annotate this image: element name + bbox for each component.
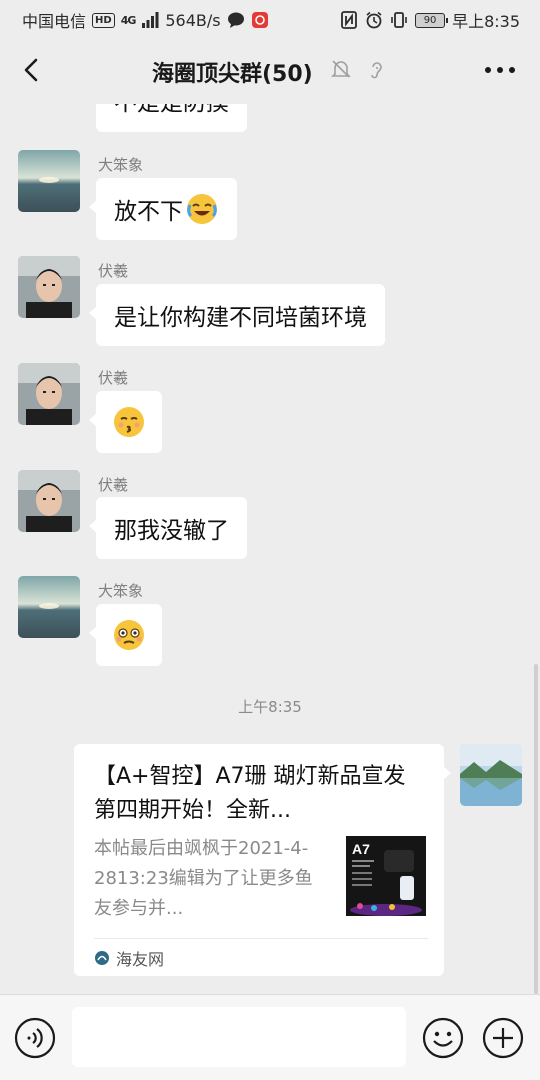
link-card-divider	[94, 938, 428, 939]
coral-light-thumbnail-image: A7	[346, 836, 426, 916]
link-card[interactable]: 【A+智控】A7珊 瑚灯新品宣发 第四期开始！全新... 本帖最后由飒枫于202…	[74, 744, 451, 976]
scrollbar[interactable]	[534, 664, 538, 994]
title-area: 海圈顶尖群(50)	[0, 56, 540, 88]
lake-mountains-avatar-image	[460, 744, 522, 806]
message-bubble[interactable]: 放不下	[89, 178, 237, 240]
app-notification-icon	[251, 12, 268, 28]
voice-icon[interactable]	[14, 1017, 56, 1059]
chat-title: 海圈顶尖群(50)	[151, 62, 313, 87]
message-text: 是让你构建不同培菌环境	[114, 305, 367, 331]
link-card-source-label: 海友网	[116, 950, 165, 969]
clock-label: 早上8:35	[452, 12, 520, 31]
link-card-title: 【A+智控】A7珊 瑚灯新品宣发 第四期开始！全新...	[94, 764, 406, 823]
alarm-icon	[366, 11, 382, 29]
thumb-text: A7	[352, 841, 370, 857]
chat-bubble-icon	[227, 12, 244, 28]
battery-indicator: 90	[415, 12, 449, 28]
link-card-source: 海友网	[94, 946, 164, 970]
status-bar: 中国电信 HD 4G 564B/s 90 早上8:35	[0, 0, 540, 36]
message-bubble[interactable]: 那我没辙了	[89, 497, 247, 559]
signal-icon	[142, 12, 159, 28]
emoji-icon[interactable]	[422, 1017, 464, 1059]
message-text: 不是是防摸	[114, 104, 229, 117]
sea-sunset-avatar-image	[18, 576, 80, 638]
man-portrait-avatar-image	[18, 363, 80, 425]
avatar[interactable]	[18, 576, 80, 638]
my-avatar[interactable]	[460, 744, 522, 806]
vibrate-icon	[391, 12, 407, 28]
battery-level: 90	[423, 14, 437, 26]
hd-badge: HD	[92, 12, 115, 28]
sender-name: 大笨象	[98, 156, 144, 174]
input-bar	[0, 994, 540, 1080]
message-input[interactable]	[72, 1007, 406, 1067]
mute-bell-icon	[331, 60, 352, 78]
more-icon[interactable]	[482, 58, 518, 82]
chat-header: 海圈顶尖群(50)	[0, 36, 540, 104]
message-bubble[interactable]	[89, 391, 162, 453]
man-portrait-avatar-image	[18, 470, 80, 532]
message-bubble[interactable]: 是让你构建不同培菌环境	[89, 284, 385, 346]
flushed-face-emoji-icon	[114, 620, 144, 650]
avatar[interactable]	[18, 150, 80, 212]
crying-laughing-emoji-icon	[187, 194, 217, 224]
carrier-label: 中国电信	[22, 12, 87, 31]
message-bubble[interactable]	[89, 604, 162, 666]
network-label: 4G	[120, 13, 137, 27]
link-card-description: 本帖最后由飒枫于2021-4-2813:23编辑为了让更多鱼友参与并...	[94, 838, 313, 919]
timestamp: 上午8:35	[238, 698, 302, 716]
earpiece-icon	[371, 62, 382, 79]
message-bubble[interactable]: 不是是防摸	[96, 104, 247, 132]
kissing-face-emoji-icon	[114, 407, 144, 437]
website-logo-icon	[95, 951, 109, 965]
status-right: 90 早上8:35	[340, 8, 520, 32]
sea-sunset-avatar-image	[18, 150, 80, 212]
avatar[interactable]	[18, 470, 80, 532]
message-list[interactable]: 不是是防摸 大笨象 放不下 伏羲 是让你构建不同培菌环境	[0, 104, 540, 994]
title-icons	[330, 58, 388, 86]
avatar[interactable]	[18, 363, 80, 425]
message-text: 放不下	[114, 199, 183, 225]
nfc-icon	[341, 11, 357, 29]
sender-name: 大笨象	[98, 582, 144, 600]
sender-name: 伏羲	[98, 262, 129, 280]
sender-name: 伏羲	[98, 476, 129, 494]
status-left: 中国电信 HD 4G 564B/s	[22, 8, 269, 32]
sender-name: 伏羲	[98, 369, 129, 387]
avatar[interactable]	[18, 256, 80, 318]
link-card-thumbnail: A7	[346, 836, 426, 916]
speed-label: 564B/s	[165, 10, 221, 30]
man-portrait-avatar-image	[18, 256, 80, 318]
plus-icon[interactable]	[482, 1017, 524, 1059]
message-text: 那我没辙了	[114, 518, 229, 544]
